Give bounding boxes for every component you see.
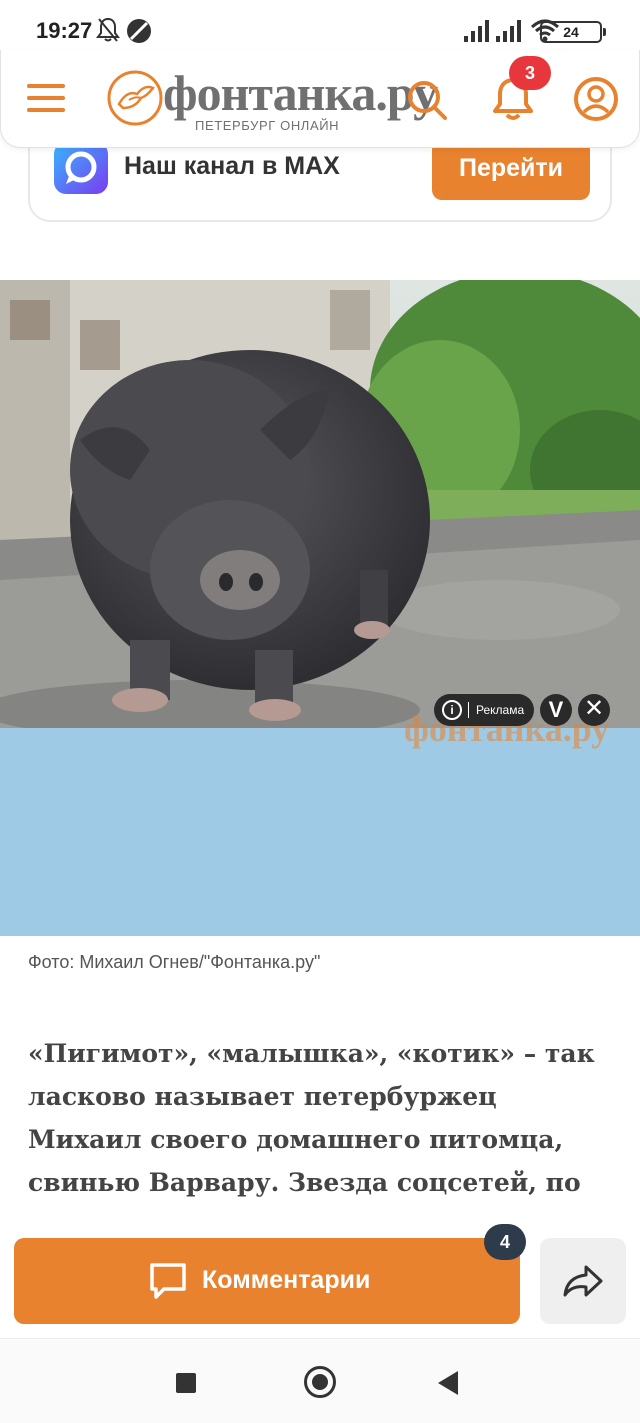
logo-subtitle: ПЕТЕРБУРГ ОНЛАЙН [195,118,340,133]
battery-icon: 24 [540,21,606,43]
photo-caption: Фото: Михаил Огнев/"Фонтанка.ру" [28,952,321,972]
comments-label: Комментарии [202,1266,371,1294]
bell-off-icon [96,16,120,49]
do-not-disturb-icon [126,18,152,49]
comments-button[interactable]: Комментарии [14,1238,520,1324]
menu-icon[interactable] [27,84,65,114]
comments-count-badge: 4 [484,1224,526,1260]
ad-close-icon[interactable]: ✕ [578,694,610,726]
article-photo [0,280,640,760]
notifications-badge: 3 [509,56,551,90]
user-profile-icon[interactable] [573,76,619,122]
system-nav-bar [0,1338,640,1423]
share-icon [563,1265,603,1297]
ad-v-button[interactable]: V [540,694,572,726]
share-button[interactable] [540,1238,626,1324]
banner-text: Наш канал в MAX [124,152,340,180]
home-icon[interactable] [304,1366,336,1398]
ad-info-button[interactable]: i Реклама [434,694,534,726]
comment-icon [150,1263,186,1299]
go-to-channel-button[interactable]: Перейти [432,140,590,200]
fontanka-logo-icon [107,70,163,126]
ad-label: Реклама [476,703,525,717]
max-messenger-icon [54,142,108,194]
recent-apps-icon[interactable] [176,1373,196,1393]
signal-icon [496,20,522,47]
info-icon: i [442,700,462,720]
search-icon[interactable] [405,78,449,122]
site-header: фонтанка.ру ПЕТЕРБУРГ ОНЛАЙН 3 [0,50,640,148]
signal-icon [464,20,490,47]
status-time: 19:27 [36,18,93,43]
back-icon[interactable] [438,1371,458,1395]
logo-name: фонтанка.ру [163,65,438,121]
ad-placeholder[interactable] [0,728,640,936]
article-lead: «Пигимот», «малышка», «котик» – так ласк… [28,1039,595,1197]
site-logo[interactable]: фонтанка.ру ПЕТЕРБУРГ ОНЛАЙН [107,62,438,140]
